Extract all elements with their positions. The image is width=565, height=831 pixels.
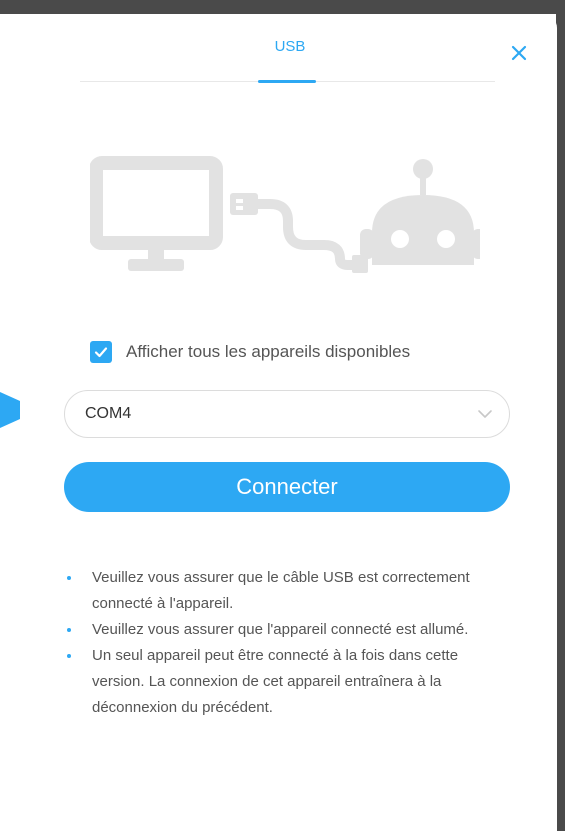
usb-connection-illustration bbox=[90, 156, 480, 273]
tip-item: Un seul appareil peut être connecté à la… bbox=[64, 643, 514, 721]
usb-tips-list: Veuillez vous assurer que le câble USB e… bbox=[64, 565, 514, 721]
window-frame-right bbox=[556, 0, 565, 831]
port-select-value: COM4 bbox=[85, 405, 132, 422]
bullet-icon bbox=[67, 654, 71, 658]
bullet-icon bbox=[67, 628, 71, 632]
monitor-icon bbox=[90, 156, 223, 271]
port-select[interactable]: COM4 bbox=[64, 390, 510, 438]
tip-item: Veuillez vous assurer que le câble USB e… bbox=[64, 565, 514, 617]
tab-usb[interactable]: USB bbox=[262, 38, 318, 55]
close-icon[interactable] bbox=[508, 42, 530, 64]
bullet-icon bbox=[67, 576, 71, 580]
robot-icon bbox=[360, 159, 480, 265]
checkmark-icon bbox=[94, 347, 108, 358]
connect-button[interactable]: Connecter bbox=[64, 462, 510, 512]
tip-text: Veuillez vous assurer que l'appareil con… bbox=[92, 621, 469, 638]
show-all-devices-label: Afficher tous les appareils disponibles bbox=[126, 342, 411, 361]
window-frame-top bbox=[0, 0, 565, 14]
show-all-devices-checkbox[interactable] bbox=[90, 341, 112, 363]
tip-item: Veuillez vous assurer que l'appareil con… bbox=[64, 617, 514, 643]
tip-text: Un seul appareil peut être connecté à la… bbox=[92, 647, 459, 716]
usb-cable-icon bbox=[230, 193, 368, 273]
tab-active-indicator bbox=[258, 80, 316, 83]
tip-text: Veuillez vous assurer que le câble USB e… bbox=[92, 569, 470, 612]
chevron-down-icon bbox=[478, 410, 492, 418]
show-all-devices-option[interactable]: Afficher tous les appareils disponibles bbox=[90, 338, 410, 366]
